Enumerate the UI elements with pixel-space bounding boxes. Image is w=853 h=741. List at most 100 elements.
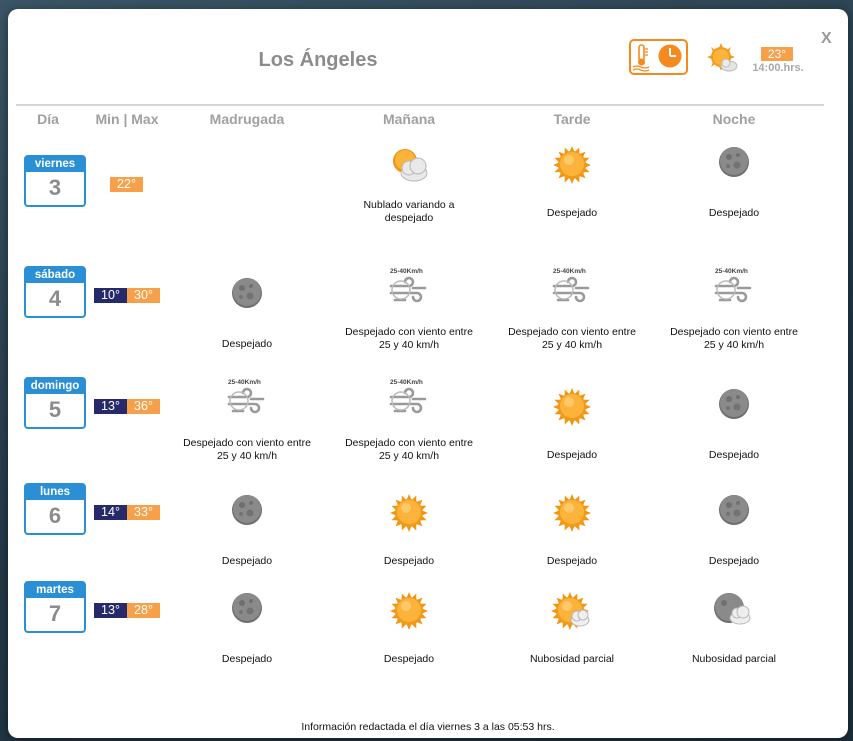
period-description: Despejado con viento entre 25 y 40 km/h [334, 326, 484, 352]
period-forecast: Despejado [172, 591, 322, 666]
moon-icon [659, 145, 809, 189]
description-line: Despejado con viento entre [508, 326, 636, 338]
description-line: Despejado con viento entre [670, 326, 798, 338]
day-name: martes [26, 583, 84, 598]
svg-text:25-40Km/h: 25-40Km/h [390, 268, 423, 275]
description-line: Nubosidad parcial [691, 653, 777, 665]
sun-icon [497, 145, 647, 189]
max-temp: 22° [110, 177, 143, 192]
day-name: lunes [26, 485, 84, 500]
svg-text:25-40Km/h: 25-40Km/h [715, 268, 748, 275]
period-forecast: Nubosidad parcial [497, 591, 647, 666]
period-description: Despejado [172, 338, 322, 351]
period-description: Despejado con viento entre 25 y 40 km/h [334, 437, 484, 463]
col-header-minmax: Min | Max [95, 111, 159, 127]
period-forecast: 25-40Km/h Despejado con viento entre 25 … [659, 266, 809, 352]
moon-icon [659, 493, 809, 537]
period-forecast: Despejado [172, 276, 322, 351]
moon-icon [172, 591, 322, 635]
wind-icon: 25-40Km/h [497, 266, 647, 310]
partly-cloudy-icon [334, 145, 484, 189]
period-forecast: Despejado [497, 493, 647, 568]
sun-icon [497, 387, 647, 431]
min-max-temps: 13° 36° [94, 399, 160, 414]
description-line: Despejado [546, 449, 598, 461]
period-description: Despejado [172, 555, 322, 568]
moon-icon [172, 493, 322, 537]
day-number: 4 [48, 286, 62, 311]
min-temp: 10° [94, 288, 127, 303]
description-line: Despejado [546, 555, 598, 567]
day-card: martes 7 [24, 581, 86, 633]
col-header-madrugada: Madrugada [209, 111, 285, 127]
period-forecast: 25-40Km/h Despejado con viento entre 25 … [334, 266, 484, 352]
svg-text:25-40Km/h: 25-40Km/h [390, 379, 423, 386]
wind-icon: 25-40Km/h [659, 266, 809, 310]
sun-icon [497, 493, 647, 537]
description-line: Despejado con viento entre [345, 326, 473, 338]
view-mode-toggle[interactable] [629, 39, 688, 75]
period-forecast: Despejado [334, 493, 484, 568]
wind-icon: 25-40Km/h [172, 377, 322, 421]
wind-icon: 25-40Km/h [334, 266, 484, 310]
period-forecast: Despejado [497, 145, 647, 220]
period-forecast: Despejado [659, 145, 809, 220]
day-name: domingo [26, 379, 84, 394]
day-card: viernes 3 [24, 155, 86, 207]
wind-icon: 25-40Km/h [334, 377, 484, 421]
current-temperature: 23° [761, 47, 793, 61]
max-temp: 33° [127, 505, 160, 520]
day-card: lunes 6 [24, 483, 86, 535]
period-description: Despejado [172, 653, 322, 666]
current-time: 14:00.hrs. [752, 62, 804, 74]
description-line: Nublado variando a [363, 199, 455, 211]
period-forecast: Despejado [172, 493, 322, 568]
period-forecast: Despejado [497, 387, 647, 462]
period-description: Despejado [497, 555, 647, 568]
day-number: 7 [48, 601, 62, 626]
col-header-tarde: Tarde [553, 111, 591, 127]
forecast-row: domingo 5 13° 36° 25-40Km/h Despejado con… [8, 377, 848, 477]
period-description: Despejado con viento entre 25 y 40 km/h [497, 326, 647, 352]
forecast-row: martes 7 13° 28° Despejado Despejado Nub… [8, 581, 848, 681]
description-line: 25 y 40 km/h [541, 339, 603, 351]
period-description: Despejado [497, 449, 647, 462]
period-forecast: Despejado [334, 591, 484, 666]
day-number: 3 [48, 175, 62, 200]
min-temp: 13° [94, 399, 127, 414]
col-header-noche: Noche [712, 111, 756, 127]
moon-icon [659, 387, 809, 431]
period-forecast: 25-40Km/h Despejado con viento entre 25 … [497, 266, 647, 352]
moon-icon [172, 276, 322, 320]
description-line: 25 y 40 km/h [216, 450, 278, 462]
description-line: Nubosidad parcial [529, 653, 615, 665]
moon-cloud-icon [659, 591, 809, 635]
current-weather-icon [705, 42, 739, 79]
report-footnote: Información redactada el día viernes 3 a… [301, 721, 555, 733]
description-line: Despejado [221, 555, 273, 567]
max-temp: 30° [127, 288, 160, 303]
period-description: Despejado con viento entre 25 y 40 km/h [172, 437, 322, 463]
description-line: Despejado con viento entre [183, 437, 311, 449]
description-line: Despejado [708, 207, 760, 219]
forecast-row: viernes 3 22° Nublado variando a despeja… [8, 146, 848, 255]
max-temp: 28° [127, 603, 160, 618]
min-temp: 14° [94, 505, 127, 520]
period-forecast: Despejado [659, 387, 809, 462]
min-max-temps: 10° 30° [94, 288, 160, 303]
description-line: 25 y 40 km/h [378, 450, 440, 462]
description-line: 25 y 40 km/h [703, 339, 765, 351]
close-button[interactable]: X [821, 30, 832, 48]
period-description: Nubosidad parcial [497, 653, 647, 666]
col-header-manana: Mañana [382, 111, 436, 127]
period-description: Despejado con viento entre 25 y 40 km/h [659, 326, 809, 352]
description-line: Despejado [221, 338, 273, 350]
period-forecast: Nubosidad parcial [659, 591, 809, 666]
description-line: Despejado con viento entre [345, 437, 473, 449]
svg-text:25-40Km/h: 25-40Km/h [228, 379, 261, 386]
day-name: sábado [26, 268, 84, 283]
period-description: Despejado [659, 449, 809, 462]
col-header-day: Día [37, 111, 59, 127]
sun-cloud-icon [497, 591, 647, 635]
forecast-row: sábado 4 10° 30° Despejado 25-40Km/h Des… [8, 266, 848, 366]
